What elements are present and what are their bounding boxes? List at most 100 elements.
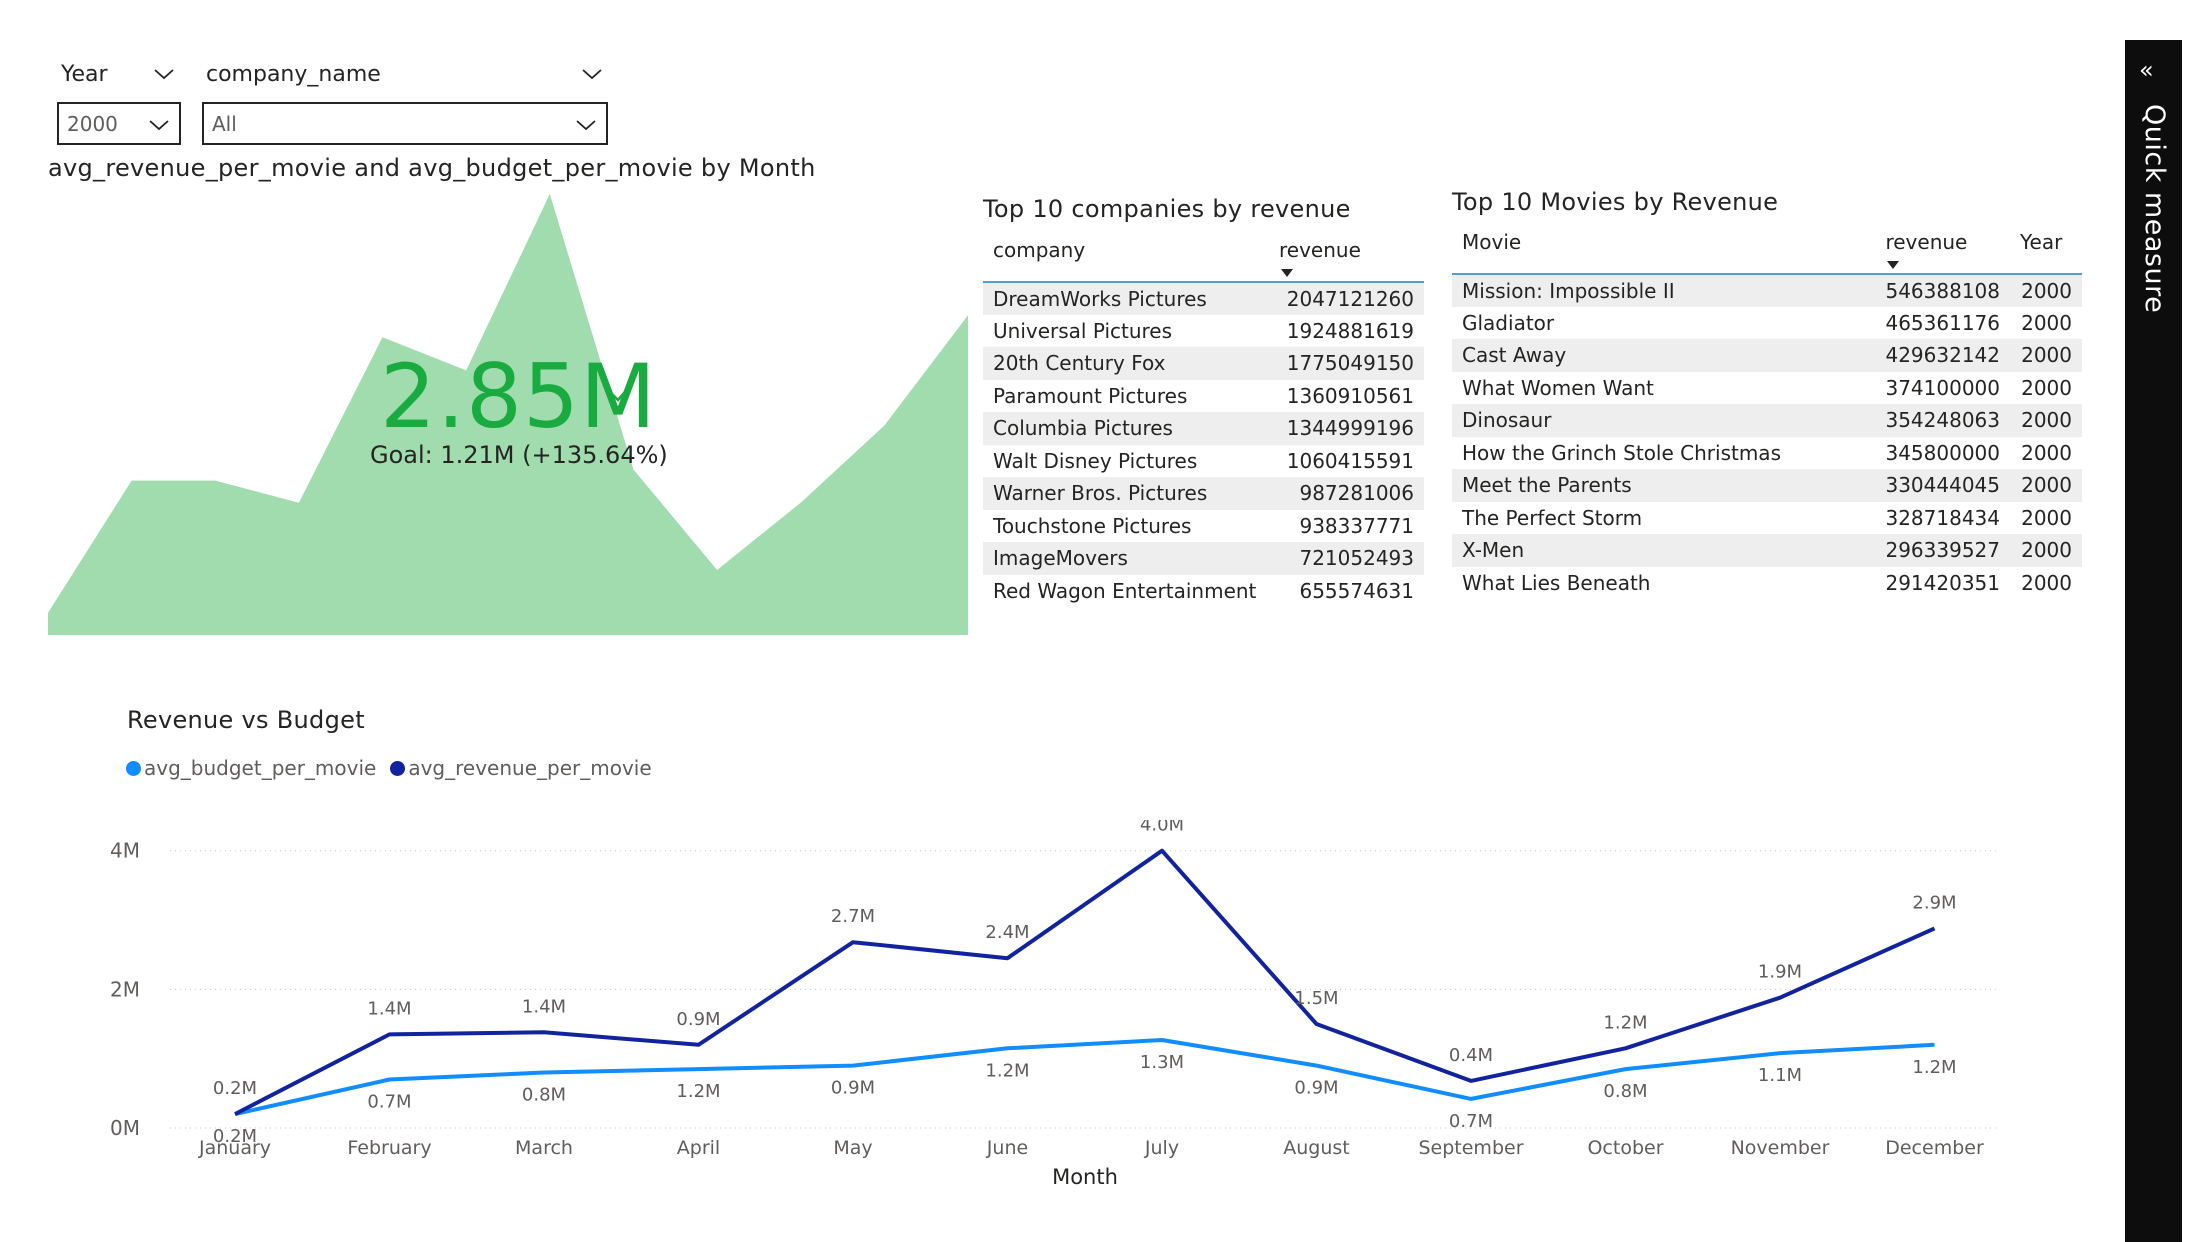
column-header-revenue[interactable]: revenue (1269, 238, 1424, 283)
company-slicer-label: company_name (206, 62, 381, 87)
x-tick-label: March (515, 1137, 573, 1159)
column-header-movie[interactable]: Movie (1452, 230, 1876, 275)
table-row[interactable]: Meet the Parents 330444045 2000 (1452, 469, 2082, 502)
chevron-down-icon[interactable] (152, 62, 176, 86)
table-row[interactable]: The Perfect Storm 328718434 2000 (1452, 502, 2082, 535)
x-tick-label: September (1418, 1137, 1523, 1159)
table-cell: 1360910561 (1286, 383, 1414, 408)
x-axis-title: Month (1052, 1165, 1118, 1189)
table-row[interactable]: Cast Away 429632142 2000 (1452, 339, 2082, 372)
table-cell: How the Grinch Stole Christmas (1462, 440, 1781, 465)
table-cell: What Women Want (1462, 375, 1654, 400)
table-cell: Gladiator (1462, 310, 1555, 335)
table-cell: 987281006 (1269, 477, 1424, 510)
table-cell: 2000 (2021, 375, 2072, 400)
table-cell: Mission: Impossible II (1452, 274, 1876, 307)
table-cell: Touchstone Pictures (993, 513, 1192, 538)
table-cell: 1344999196 (1269, 412, 1424, 445)
y-tick-label: 0M (110, 1116, 140, 1140)
data-label: 1.1M (1758, 1065, 1802, 1086)
table-cell: 291420351 (1885, 570, 2000, 595)
revenue-vs-budget-line-chart: 0M2M4MJanuary February March April May June Ju… (110, 820, 2000, 1189)
quick-measure-label: Quick measure (2139, 104, 2170, 314)
table-cell: 20th Century Fox (983, 347, 1269, 380)
column-header-label: revenue (1885, 230, 1968, 254)
table-cell: 2000 (2021, 310, 2072, 335)
table-cell: Walt Disney Pictures (993, 448, 1198, 473)
table-row[interactable]: Warner Bros. Pictures 987281006 (983, 477, 1424, 510)
table-row[interactable]: Mission: Impossible II 546388108 2000 (1452, 274, 2082, 307)
table-cell: 2000 (2010, 534, 2082, 567)
company-dropdown-value: All (212, 112, 237, 136)
table-row[interactable]: What Women Want 374100000 2000 (1452, 372, 2082, 405)
legend-item-budget[interactable]: avg_budget_per_movie (126, 756, 376, 780)
table-row[interactable]: Columbia Pictures 1344999196 (983, 412, 1424, 445)
x-tick-label: May (833, 1137, 872, 1159)
quick-measure-panel[interactable]: « Quick measure (2125, 40, 2182, 1242)
movies-table-title: Top 10 Movies by Revenue (1452, 188, 1779, 216)
data-label: 0.4M (1449, 1045, 1493, 1066)
table-cell: 546388108 (1875, 274, 2010, 307)
chevron-down-icon[interactable] (580, 62, 604, 86)
table-row[interactable]: DreamWorks Pictures 2047121260 (983, 282, 1424, 315)
data-label: 4.0M (1140, 820, 1184, 836)
legend-item-revenue[interactable]: avg_revenue_per_movie (390, 756, 652, 780)
year-dropdown-value: 2000 (67, 112, 118, 136)
table-cell: 2000 (2021, 570, 2072, 595)
checkmark-icon (611, 385, 631, 402)
table-row[interactable]: Universal Pictures 1924881619 (983, 315, 1424, 348)
data-label: 0.2M (213, 1078, 257, 1099)
column-header-company[interactable]: company (983, 238, 1269, 283)
data-label: 1.5M (1294, 988, 1338, 1009)
data-label: 1.2M (985, 1060, 1029, 1081)
column-header-year[interactable]: Year (2010, 230, 2082, 275)
company-dropdown[interactable]: All (202, 102, 608, 145)
table-cell: Paramount Pictures (993, 383, 1188, 408)
table-cell: 1924881619 (1286, 318, 1414, 343)
table-cell: 328718434 (1885, 505, 2000, 530)
data-label: 1.2M (676, 1081, 720, 1102)
data-label: 1.2M (1603, 1012, 1647, 1033)
table-cell: ImageMovers (983, 542, 1269, 575)
table-cell: 2000 (2010, 274, 2082, 307)
data-label: 2.7M (831, 906, 875, 927)
collapse-panel-icon[interactable]: « (2139, 56, 2154, 84)
data-label: 1.4M (367, 998, 411, 1019)
table-cell: X-Men (1452, 534, 1876, 567)
x-tick-label: April (677, 1137, 720, 1159)
companies-table: company revenue DreamWorks Pictures 20471… (983, 238, 1424, 607)
data-label: 0.9M (1294, 1078, 1338, 1099)
table-row[interactable]: Walt Disney Pictures 1060415591 (983, 445, 1424, 478)
table-row[interactable]: Dinosaur 354248063 2000 (1452, 404, 2082, 437)
table-row[interactable]: X-Men 296339527 2000 (1452, 534, 2082, 567)
table-cell: Red Wagon Entertainment (993, 578, 1257, 603)
table-row[interactable]: Red Wagon Entertainment 655574631 (983, 575, 1424, 608)
table-row[interactable]: Paramount Pictures 1360910561 (983, 380, 1424, 413)
data-label: 0.8M (1603, 1081, 1647, 1102)
table-cell: 2000 (2021, 505, 2072, 530)
data-label: 0.7M (1449, 1111, 1493, 1132)
data-label: 0.7M (367, 1091, 411, 1112)
table-cell: 465361176 (1885, 310, 2000, 335)
table-cell: 374100000 (1885, 375, 2000, 400)
data-label: 1.4M (522, 996, 566, 1017)
x-tick-label: November (1731, 1137, 1830, 1159)
year-dropdown[interactable]: 2000 (57, 102, 181, 145)
table-row[interactable]: Gladiator 465361176 2000 (1452, 307, 2082, 340)
data-label: 0.2M (213, 1126, 257, 1147)
table-cell: 296339527 (1875, 534, 2010, 567)
table-cell: What Lies Beneath (1462, 570, 1651, 595)
table-row[interactable]: 20th Century Fox 1775049150 (983, 347, 1424, 380)
x-tick-label: December (1885, 1137, 1984, 1159)
table-cell: Cast Away (1452, 339, 1876, 372)
table-row[interactable]: What Lies Beneath 291420351 2000 (1452, 567, 2082, 600)
table-row[interactable]: How the Grinch Stole Christmas 345800000 2… (1452, 437, 2082, 470)
sort-descending-icon (1281, 269, 1293, 277)
table-row[interactable]: ImageMovers 721052493 (983, 542, 1424, 575)
data-label: 0.9M (676, 1009, 720, 1030)
kpi-goal: Goal: 1.21M (+135.64%) (370, 441, 668, 469)
column-header-revenue[interactable]: revenue (1875, 230, 2010, 275)
table-row[interactable]: Touchstone Pictures 938337771 (983, 510, 1424, 543)
legend-label: avg_budget_per_movie (144, 756, 377, 780)
series-line-0 (234, 1038, 1935, 1117)
